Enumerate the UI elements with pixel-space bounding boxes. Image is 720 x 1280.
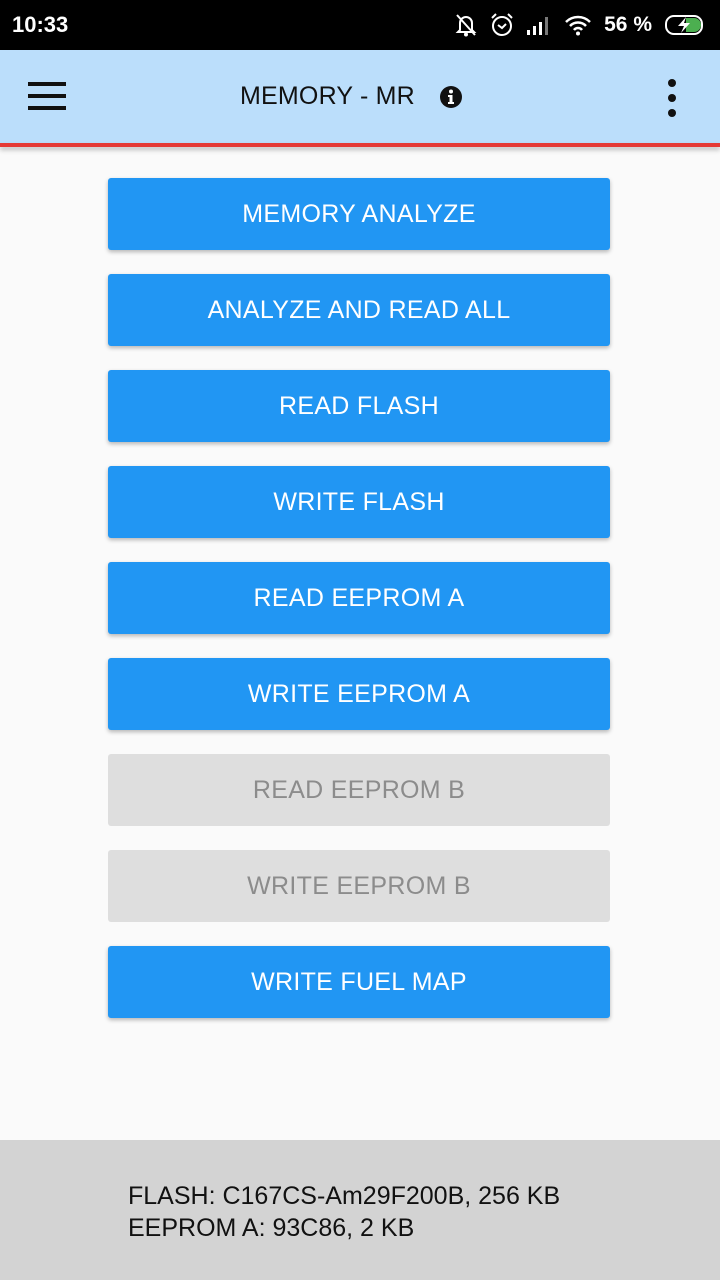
memory-info-footer: FLASH: C167CS-Am29F200B, 256 KB EEPROM A… <box>0 1140 720 1280</box>
alarm-icon <box>491 13 513 36</box>
analyze-and-read-all-button[interactable]: ANALYZE AND READ ALL <box>108 274 610 346</box>
battery-percent: 56 % <box>604 13 652 36</box>
battery-charging-icon <box>665 15 703 35</box>
info-icon[interactable] <box>439 85 463 109</box>
eeprom-a-info: EEPROM A: 93C86, 2 KB <box>128 1214 415 1242</box>
hamburger-menu-icon[interactable] <box>28 80 68 112</box>
read-eeprom-a-button[interactable]: READ EEPROM A <box>108 562 610 634</box>
read-flash-button[interactable]: READ FLASH <box>108 370 610 442</box>
write-fuel-map-button[interactable]: WRITE FUEL MAP <box>108 946 610 1018</box>
notifications-off-icon <box>455 14 477 37</box>
app-bar: MEMORY - MR <box>0 50 720 143</box>
memory-analyze-button[interactable]: MEMORY ANALYZE <box>108 178 610 250</box>
status-time: 10:33 <box>12 12 69 37</box>
page-title: MEMORY - MR <box>240 82 415 110</box>
memory-info-text: FLASH: C167CS-Am29F200B, 256 KB EEPROM A… <box>128 1180 560 1244</box>
wifi-icon <box>565 15 592 36</box>
flash-info: FLASH: C167CS-Am29F200B, 256 KB <box>128 1182 561 1210</box>
write-eeprom-a-button[interactable]: WRITE EEPROM A <box>108 658 610 730</box>
write-flash-button[interactable]: WRITE FLASH <box>108 466 610 538</box>
app-bar-accent-line <box>0 143 720 147</box>
status-icons: 56 % <box>454 12 708 38</box>
action-button-list: MEMORY ANALYZE ANALYZE AND READ ALL READ… <box>108 178 610 1042</box>
more-vert-icon[interactable] <box>660 78 684 118</box>
write-eeprom-b-button[interactable]: WRITE EEPROM B <box>108 850 610 922</box>
signal-icon <box>527 17 549 35</box>
title-wrap: MEMORY - MR <box>240 50 463 143</box>
status-bar: 10:33 56 % <box>0 0 720 50</box>
read-eeprom-b-button[interactable]: READ EEPROM B <box>108 754 610 826</box>
